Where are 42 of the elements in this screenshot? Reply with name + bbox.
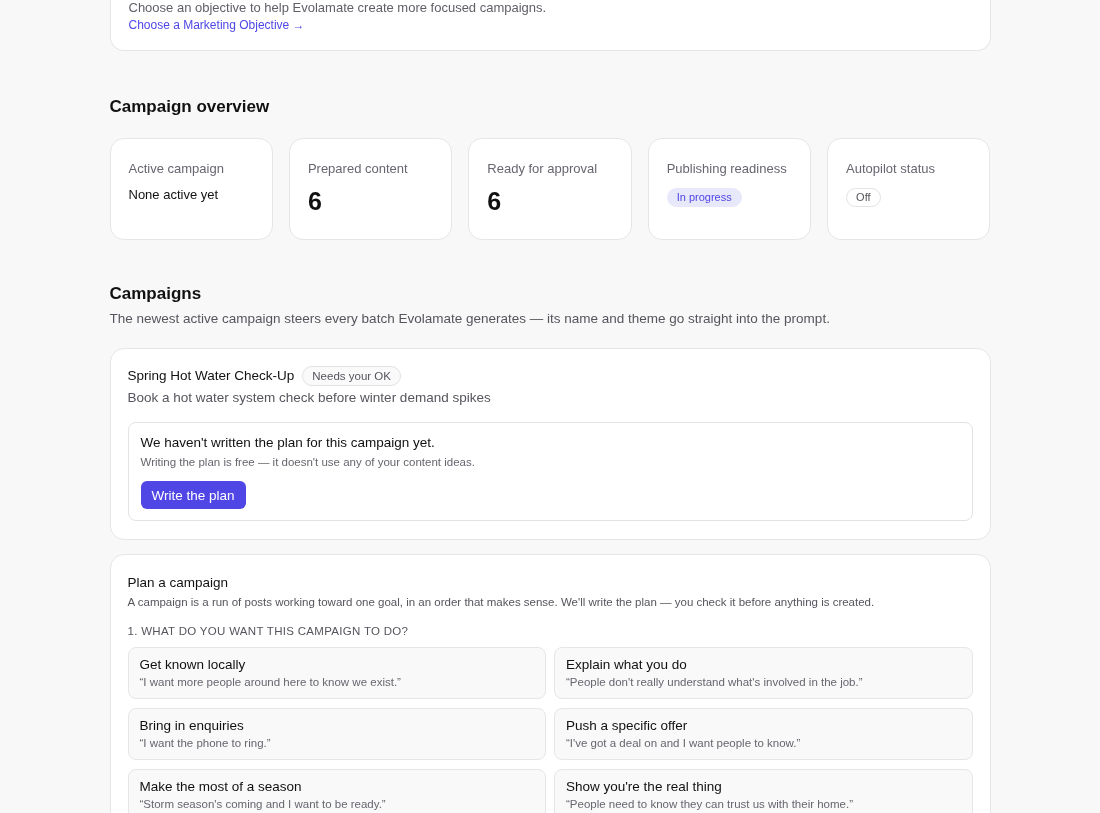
option-title: Bring in enquiries	[139, 717, 244, 735]
objective-hint: Choose an objective to help Evolamate create more focused campaigns.	[128, 0, 548, 15]
option-quote: “People need to know they can trust us with their home.”	[566, 797, 853, 812]
option-card[interactable]: Bring in enquiries “I want the phone to ring.”	[127, 708, 546, 760]
option-title: Make the most of a season	[139, 778, 302, 796]
section-title: Campaign overview	[109, 97, 271, 117]
campaign-name: Spring Hot Water Check-Up	[127, 367, 295, 385]
notice-text: Writing the plan is free — it doesn't use any of your content ideas.	[140, 455, 476, 470]
option-card[interactable]: Explain what you do “People don't really understand what's involved in the job.”	[554, 647, 973, 699]
objective-link[interactable]: Choose a Marketing Objective →	[128, 18, 305, 32]
status-badge: Off	[846, 188, 881, 207]
stat-label: Autopilot status	[846, 161, 936, 177]
stat-value: None active yet	[128, 187, 220, 203]
option-quote: “People don't really understand what's involved in the job.”	[566, 675, 863, 690]
question-label: 1. WHAT DO YOU WANT THIS CAMPAIGN TO DO?	[127, 624, 410, 639]
section-description: The newest active campaign steers every batch Evolamate generates — its name and theme go straight into the prompt.	[109, 310, 831, 328]
option-card[interactable]: Make the most of a season “Storm season's coming and I want to be ready.”	[127, 769, 546, 813]
option-quote: “Storm season's coming and I want to be ready.”	[139, 797, 386, 812]
option-card[interactable]: Get known locally “I want more people around here to know we exist.”	[127, 647, 546, 699]
option-title: Get known locally	[139, 656, 246, 674]
plan-title: Plan a campaign	[127, 574, 230, 592]
write-plan-button[interactable]: Write the plan	[140, 481, 246, 509]
notice-title: We haven't written the plan for this campaign yet.	[140, 434, 436, 452]
stat-label: Active campaign	[128, 161, 225, 177]
stat-label: Publishing readiness	[666, 161, 788, 177]
status-badge: Needs your OK	[302, 366, 401, 386]
status-badge: In progress	[666, 188, 742, 207]
option-quote: “I want the phone to ring.”	[139, 736, 271, 751]
stat-value: 6	[487, 187, 503, 215]
plan-description: A campaign is a run of posts working toward one goal, in an order that makes sense. We'll write the plan — you check it before anything is created.	[127, 595, 876, 610]
option-quote: “I want more people around here to know we exist.”	[139, 675, 401, 690]
section-title: Campaigns	[109, 284, 203, 304]
option-quote: “I've got a deal on and I want people to know.”	[566, 736, 801, 751]
option-title: Explain what you do	[566, 656, 687, 674]
stat-label: Ready for approval	[487, 161, 599, 177]
option-card[interactable]: Show you're the real thing “People need to know they can trust us with their home.”	[554, 769, 973, 813]
stat-value: 6	[307, 187, 323, 215]
stat-label: Prepared content	[307, 161, 409, 177]
option-title: Show you're the real thing	[566, 778, 722, 796]
option-title: Push a specific offer	[566, 717, 688, 735]
campaign-goal: Book a hot water system check before winter demand spikes	[127, 389, 492, 407]
option-card[interactable]: Push a specific offer “I've got a deal on and I want people to know.”	[554, 708, 973, 760]
